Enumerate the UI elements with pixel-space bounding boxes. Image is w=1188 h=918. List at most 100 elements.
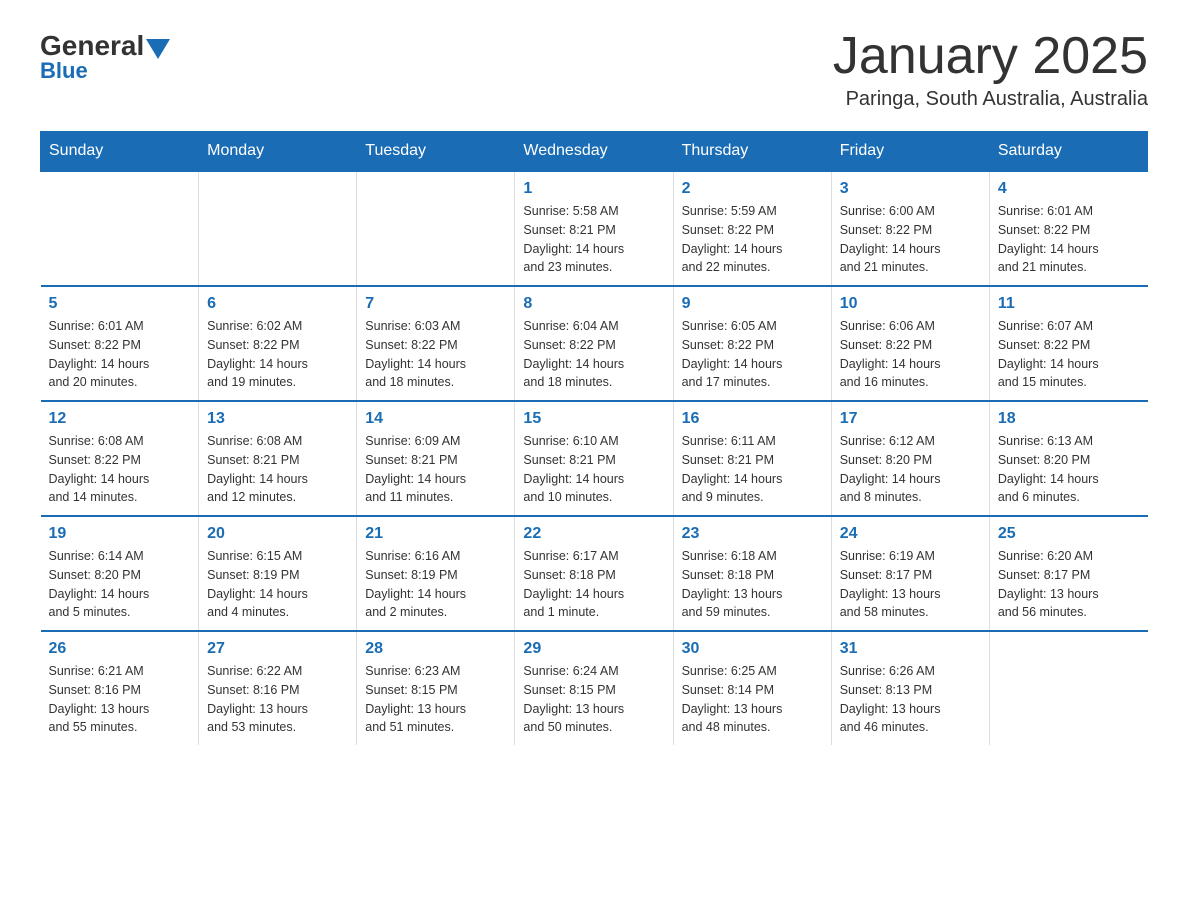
- day-info: Sunrise: 6:01 AM Sunset: 8:22 PM Dayligh…: [49, 317, 191, 392]
- day-info: Sunrise: 6:18 AM Sunset: 8:18 PM Dayligh…: [682, 547, 823, 622]
- calendar-week-row: 26 Sunrise: 6:21 AM Sunset: 8:16 PM Dayli…: [41, 631, 1148, 745]
- calendar-cell: 30Sunrise: 6:25 AM Sunset: 8:14 PM Dayli…: [673, 631, 831, 745]
- day-number: 8: [523, 295, 664, 313]
- logo-triangle-icon: [146, 39, 170, 59]
- day-info: Sunrise: 6:19 AM Sunset: 8:17 PM Dayligh…: [840, 547, 981, 622]
- day-number: 21: [365, 525, 506, 543]
- calendar-week-row: 19 Sunrise: 6:14 AM Sunset: 8:20 PM Dayli…: [41, 516, 1148, 631]
- calendar-week-row: 5Sunrise: 6:01 AM Sunset: 8:22 PM Daylig…: [41, 286, 1148, 401]
- calendar-cell: 27 Sunrise: 6:22 AM Sunset: 8:16 PM Dayli…: [199, 631, 357, 745]
- location-text: Paringa, South Australia, Australia: [833, 88, 1148, 111]
- calendar-week-row: 1Sunrise: 5:58 AM Sunset: 8:21 PM Daylig…: [41, 171, 1148, 286]
- calendar-cell: 25 Sunrise: 6:20 AM Sunset: 8:17 PM Dayli…: [989, 516, 1147, 631]
- calendar-cell: 9 Sunrise: 6:05 AM Sunset: 8:22 PM Daylig…: [673, 286, 831, 401]
- calendar-cell: 4 Sunrise: 6:01 AM Sunset: 8:22 PM Daylig…: [989, 171, 1147, 286]
- day-of-week-header: Saturday: [989, 132, 1147, 172]
- day-number: 9: [682, 295, 823, 313]
- day-number: 18: [998, 410, 1140, 428]
- day-info: Sunrise: 6:00 AM Sunset: 8:22 PM Dayligh…: [840, 202, 981, 277]
- day-number: 1: [523, 180, 664, 198]
- day-info: Sunrise: 6:17 AM Sunset: 8:18 PM Dayligh…: [523, 547, 664, 622]
- calendar-cell: 24 Sunrise: 6:19 AM Sunset: 8:17 PM Dayli…: [831, 516, 989, 631]
- day-of-week-header: Wednesday: [515, 132, 673, 172]
- day-info: Sunrise: 6:09 AM Sunset: 8:21 PM Dayligh…: [365, 432, 506, 507]
- calendar-cell: 20 Sunrise: 6:15 AM Sunset: 8:19 PM Dayli…: [199, 516, 357, 631]
- day-number: 25: [998, 525, 1140, 543]
- day-of-week-header: Friday: [831, 132, 989, 172]
- calendar-cell: [357, 171, 515, 286]
- day-number: 11: [998, 295, 1140, 313]
- day-number: 20: [207, 525, 348, 543]
- calendar-cell: [199, 171, 357, 286]
- calendar-week-row: 12Sunrise: 6:08 AM Sunset: 8:22 PM Dayli…: [41, 401, 1148, 516]
- day-number: 27: [207, 640, 348, 658]
- day-info: Sunrise: 6:03 AM Sunset: 8:22 PM Dayligh…: [365, 317, 506, 392]
- day-number: 10: [840, 295, 981, 313]
- day-info: Sunrise: 6:16 AM Sunset: 8:19 PM Dayligh…: [365, 547, 506, 622]
- day-number: 13: [207, 410, 348, 428]
- calendar-cell: 13Sunrise: 6:08 AM Sunset: 8:21 PM Dayli…: [199, 401, 357, 516]
- calendar-cell: 11 Sunrise: 6:07 AM Sunset: 8:22 PM Dayli…: [989, 286, 1147, 401]
- day-info: Sunrise: 6:21 AM Sunset: 8:16 PM Dayligh…: [49, 662, 191, 737]
- calendar-cell: 28 Sunrise: 6:23 AM Sunset: 8:15 PM Dayli…: [357, 631, 515, 745]
- calendar-cell: 12Sunrise: 6:08 AM Sunset: 8:22 PM Dayli…: [41, 401, 199, 516]
- day-info: Sunrise: 6:05 AM Sunset: 8:22 PM Dayligh…: [682, 317, 823, 392]
- day-info: Sunrise: 6:25 AM Sunset: 8:14 PM Dayligh…: [682, 662, 823, 737]
- day-number: 31: [840, 640, 981, 658]
- calendar-cell: 8Sunrise: 6:04 AM Sunset: 8:22 PM Daylig…: [515, 286, 673, 401]
- logo: General Blue: [40, 30, 170, 84]
- day-number: 19: [49, 525, 191, 543]
- day-info: Sunrise: 6:10 AM Sunset: 8:21 PM Dayligh…: [523, 432, 664, 507]
- day-number: 24: [840, 525, 981, 543]
- day-of-week-header: Thursday: [673, 132, 831, 172]
- day-info: Sunrise: 6:23 AM Sunset: 8:15 PM Dayligh…: [365, 662, 506, 737]
- day-number: 26: [49, 640, 191, 658]
- calendar-cell: 17 Sunrise: 6:12 AM Sunset: 8:20 PM Dayli…: [831, 401, 989, 516]
- days-of-week-row: SundayMondayTuesdayWednesdayThursdayFrid…: [41, 132, 1148, 172]
- page-header: General Blue January 2025 Paringa, South…: [40, 30, 1148, 111]
- day-info: Sunrise: 6:12 AM Sunset: 8:20 PM Dayligh…: [840, 432, 981, 507]
- day-info: Sunrise: 6:13 AM Sunset: 8:20 PM Dayligh…: [998, 432, 1140, 507]
- calendar-cell: 14 Sunrise: 6:09 AM Sunset: 8:21 PM Dayli…: [357, 401, 515, 516]
- calendar-cell: 15 Sunrise: 6:10 AM Sunset: 8:21 PM Dayli…: [515, 401, 673, 516]
- day-info: Sunrise: 5:59 AM Sunset: 8:22 PM Dayligh…: [682, 202, 823, 277]
- calendar-cell: 18 Sunrise: 6:13 AM Sunset: 8:20 PM Dayli…: [989, 401, 1147, 516]
- day-info: Sunrise: 6:14 AM Sunset: 8:20 PM Dayligh…: [49, 547, 191, 622]
- day-info: Sunrise: 6:08 AM Sunset: 8:22 PM Dayligh…: [49, 432, 191, 507]
- day-number: 4: [998, 180, 1140, 198]
- day-number: 14: [365, 410, 506, 428]
- day-info: Sunrise: 6:15 AM Sunset: 8:19 PM Dayligh…: [207, 547, 348, 622]
- day-info: Sunrise: 6:02 AM Sunset: 8:22 PM Dayligh…: [207, 317, 348, 392]
- day-of-week-header: Tuesday: [357, 132, 515, 172]
- calendar-cell: 10Sunrise: 6:06 AM Sunset: 8:22 PM Dayli…: [831, 286, 989, 401]
- day-info: Sunrise: 6:26 AM Sunset: 8:13 PM Dayligh…: [840, 662, 981, 737]
- day-info: Sunrise: 6:22 AM Sunset: 8:16 PM Dayligh…: [207, 662, 348, 737]
- calendar-cell: 7 Sunrise: 6:03 AM Sunset: 8:22 PM Daylig…: [357, 286, 515, 401]
- calendar-cell: [989, 631, 1147, 745]
- day-number: 6: [207, 295, 348, 313]
- calendar-cell: 31 Sunrise: 6:26 AM Sunset: 8:13 PM Dayli…: [831, 631, 989, 745]
- calendar-cell: 16 Sunrise: 6:11 AM Sunset: 8:21 PM Dayli…: [673, 401, 831, 516]
- calendar-cell: 5Sunrise: 6:01 AM Sunset: 8:22 PM Daylig…: [41, 286, 199, 401]
- day-number: 17: [840, 410, 981, 428]
- calendar-body: 1Sunrise: 5:58 AM Sunset: 8:21 PM Daylig…: [41, 171, 1148, 745]
- day-info: Sunrise: 6:20 AM Sunset: 8:17 PM Dayligh…: [998, 547, 1140, 622]
- day-number: 28: [365, 640, 506, 658]
- calendar-cell: 19 Sunrise: 6:14 AM Sunset: 8:20 PM Dayli…: [41, 516, 199, 631]
- day-number: 15: [523, 410, 664, 428]
- day-number: 7: [365, 295, 506, 313]
- day-number: 23: [682, 525, 823, 543]
- day-number: 29: [523, 640, 664, 658]
- day-info: Sunrise: 6:11 AM Sunset: 8:21 PM Dayligh…: [682, 432, 823, 507]
- calendar-cell: 1Sunrise: 5:58 AM Sunset: 8:21 PM Daylig…: [515, 171, 673, 286]
- day-info: Sunrise: 6:24 AM Sunset: 8:15 PM Dayligh…: [523, 662, 664, 737]
- day-info: Sunrise: 6:01 AM Sunset: 8:22 PM Dayligh…: [998, 202, 1140, 277]
- calendar-cell: 21 Sunrise: 6:16 AM Sunset: 8:19 PM Dayli…: [357, 516, 515, 631]
- day-number: 16: [682, 410, 823, 428]
- calendar-cell: [41, 171, 199, 286]
- day-number: 2: [682, 180, 823, 198]
- day-info: Sunrise: 6:07 AM Sunset: 8:22 PM Dayligh…: [998, 317, 1140, 392]
- calendar-cell: 3Sunrise: 6:00 AM Sunset: 8:22 PM Daylig…: [831, 171, 989, 286]
- calendar-cell: 23 Sunrise: 6:18 AM Sunset: 8:18 PM Dayli…: [673, 516, 831, 631]
- calendar-table: SundayMondayTuesdayWednesdayThursdayFrid…: [40, 131, 1148, 745]
